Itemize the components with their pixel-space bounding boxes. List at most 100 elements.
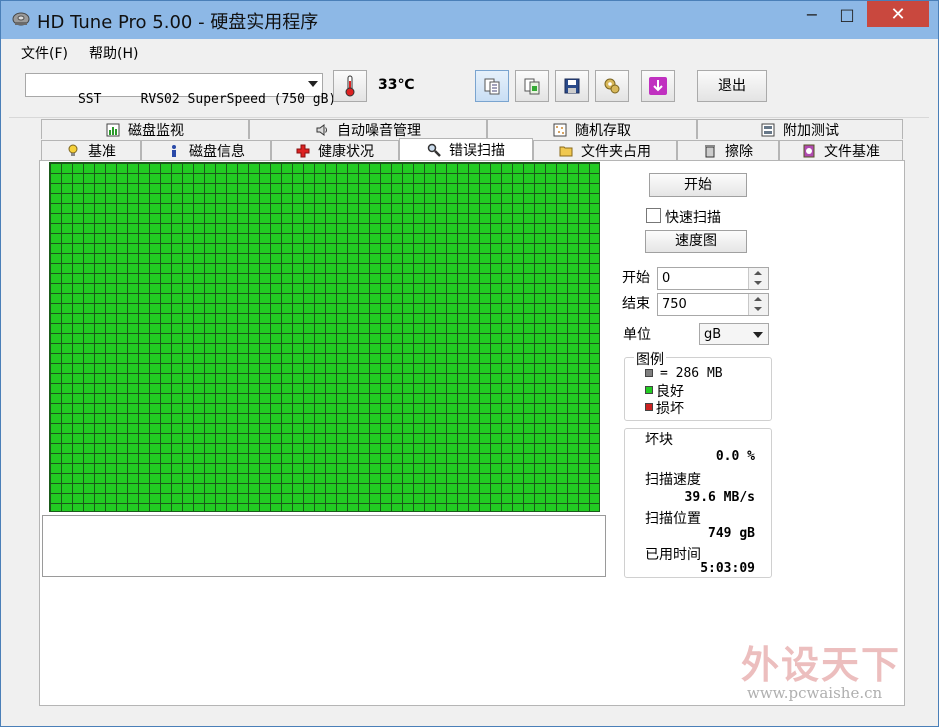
chevron-down-icon: [754, 281, 762, 285]
download-update-icon: [649, 77, 667, 95]
quick-scan-checkbox[interactable]: [646, 208, 661, 223]
health-cross-icon: [296, 144, 310, 157]
close-icon: ✕: [890, 3, 906, 25]
maximize-button[interactable]: □: [829, 1, 865, 27]
folder-icon: [559, 146, 573, 156]
tab-aam[interactable]: 自动噪音管理: [249, 119, 487, 139]
tab-disk-monitor[interactable]: 磁盘监视: [41, 119, 249, 139]
menu-bar: 文件(F) 帮助(H): [9, 39, 929, 63]
tab-label: 附加测试: [783, 122, 839, 139]
tab-benchmark[interactable]: 基准: [41, 140, 141, 160]
legend-damaged-label: 损坏: [656, 401, 684, 417]
tabs-top-row: 磁盘监视 自动噪音管理 随机存取 附加测试: [1, 119, 939, 139]
elapsed-time-value: 5:03:09: [700, 561, 755, 576]
tab-label: 文件夹占用: [581, 143, 651, 160]
copy-text-button[interactable]: [475, 70, 509, 102]
chevron-down-icon: [754, 307, 762, 311]
window-title: HD Tune Pro 5.00 - 硬盘实用程序: [37, 12, 319, 33]
start-position-label: 开始: [622, 270, 650, 286]
tab-random-access[interactable]: 随机存取: [487, 119, 697, 139]
end-position-stepper[interactable]: [748, 294, 768, 315]
copy-screenshot-icon: [524, 78, 540, 95]
drive-select[interactable]: SST RVS02 SuperSpeed (750 gB): [25, 73, 336, 107]
save-icon: [564, 78, 580, 94]
start-position-stepper[interactable]: [748, 268, 768, 289]
tab-label: 随机存取: [575, 122, 631, 139]
watermark-logo: 外设天下: [741, 643, 902, 687]
damaged-swatch: [645, 403, 653, 411]
trash-icon: [705, 144, 715, 157]
menu-file[interactable]: 文件(F): [21, 43, 68, 63]
tab-label: 磁盘信息: [189, 143, 245, 160]
scan-position-value: 749 gB: [708, 526, 755, 541]
copy-text-icon: [484, 78, 500, 95]
start-position-input[interactable]: 0: [657, 267, 769, 290]
tab-label: 磁盘监视: [128, 122, 184, 139]
tab-label: 文件基准: [824, 143, 880, 160]
tab-disk-info[interactable]: 磁盘信息: [141, 140, 271, 160]
tab-label: 自动噪音管理: [337, 122, 421, 139]
info-icon: [172, 144, 176, 157]
start-scan-button[interactable]: 开始: [649, 173, 747, 197]
random-access-icon: [553, 123, 567, 136]
thermometer-icon: [345, 75, 355, 97]
scan-position-label: 扫描位置: [645, 511, 701, 527]
drive-select-value: SST RVS02 SuperSpeed (750 gB): [77, 92, 337, 107]
temperature-readout: 33℃: [378, 77, 415, 93]
block-size-swatch: [645, 369, 653, 377]
end-position-value: 750: [662, 297, 687, 312]
maximize-icon: □: [839, 4, 855, 24]
chevron-up-icon: [754, 297, 762, 301]
title-bar[interactable]: HD Tune Pro 5.00 - 硬盘实用程序 − □ ✕: [1, 1, 938, 39]
close-button[interactable]: ✕: [867, 1, 929, 27]
tab-extra-tests[interactable]: 附加测试: [697, 119, 903, 139]
tab-label: 基准: [88, 143, 116, 160]
app-window: HD Tune Pro 5.00 - 硬盘实用程序 − □ ✕ 文件(F) 帮助…: [0, 0, 939, 727]
options-button[interactable]: [595, 70, 629, 102]
bad-blocks-label: 坏块: [645, 432, 673, 448]
menu-help[interactable]: 帮助(H): [89, 43, 138, 63]
bad-blocks-value: 0.0 %: [715, 449, 755, 464]
tab-folder-usage[interactable]: 文件夹占用: [533, 140, 677, 160]
scan-log-box[interactable]: [42, 515, 606, 577]
unit-select[interactable]: gB: [699, 323, 769, 345]
unit-label: 单位: [623, 327, 651, 343]
good-swatch: [645, 386, 653, 394]
benchmark-bulb-icon: [68, 144, 78, 156]
tab-health[interactable]: 健康状况: [271, 140, 399, 160]
options-icon: [604, 78, 620, 94]
chevron-down-icon: [308, 81, 318, 87]
quick-scan-label: 快速扫描: [665, 210, 721, 226]
chevron-up-icon: [754, 271, 762, 275]
extra-tests-icon: [761, 123, 775, 136]
chevron-down-icon: [753, 332, 763, 338]
download-update-button[interactable]: [641, 70, 675, 102]
tab-label: 健康状况: [318, 143, 374, 160]
magnifier-icon: [427, 143, 441, 157]
tabs-bottom-row: 基准 磁盘信息 健康状况 错误扫描 文件夹占用 擦除 文件基准: [1, 138, 939, 160]
temperature-button[interactable]: [333, 70, 367, 102]
minimize-icon: −: [805, 4, 819, 24]
end-position-input[interactable]: 750: [657, 293, 769, 316]
tab-error-scan[interactable]: 错误扫描: [399, 138, 533, 160]
scan-block-grid: [49, 162, 600, 512]
block-size-text: = 286 MB: [660, 366, 723, 381]
save-button[interactable]: [555, 70, 589, 102]
copy-screenshot-button[interactable]: [515, 70, 549, 102]
file-benchmark-icon: [803, 144, 815, 157]
unit-select-value: gB: [704, 327, 722, 342]
tab-label: 错误扫描: [449, 142, 505, 159]
watermark-url: www.pcwaishe.cn: [747, 684, 883, 702]
speed-map-button[interactable]: 速度图: [645, 230, 747, 253]
end-position-label: 结束: [622, 296, 650, 312]
toolbar: SST RVS02 SuperSpeed (750 gB) 33℃ 退出: [9, 63, 929, 118]
minimize-button[interactable]: −: [795, 1, 829, 27]
tab-label: 擦除: [725, 143, 753, 160]
start-position-value: 0: [662, 271, 671, 286]
tab-erase[interactable]: 擦除: [677, 140, 779, 160]
exit-button[interactable]: 退出: [697, 70, 767, 102]
monitor-chart-icon: [106, 123, 120, 136]
tab-file-benchmark[interactable]: 文件基准: [779, 140, 903, 160]
speaker-icon: [316, 123, 327, 136]
hard-drive-app-icon: [12, 12, 30, 26]
